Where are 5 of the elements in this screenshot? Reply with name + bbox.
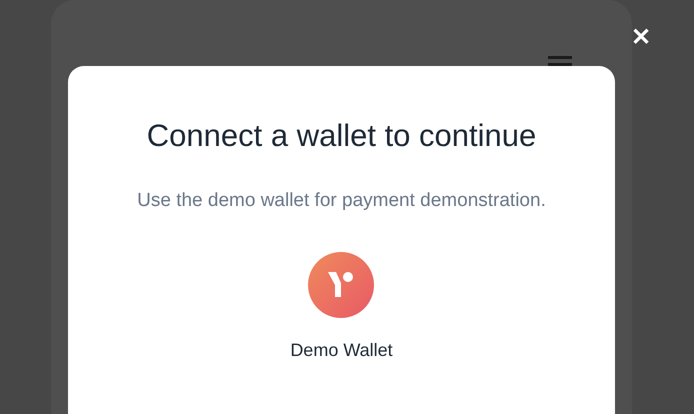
wallet-name[interactable]: Demo Wallet — [290, 340, 393, 361]
close-button[interactable]: ✕ — [631, 25, 651, 51]
modal-title: Connect a wallet to continue — [146, 118, 536, 154]
modal-subtitle: Use the demo wallet for payment demonstration. — [137, 190, 546, 212]
wallet-logo-icon[interactable] — [308, 252, 374, 318]
